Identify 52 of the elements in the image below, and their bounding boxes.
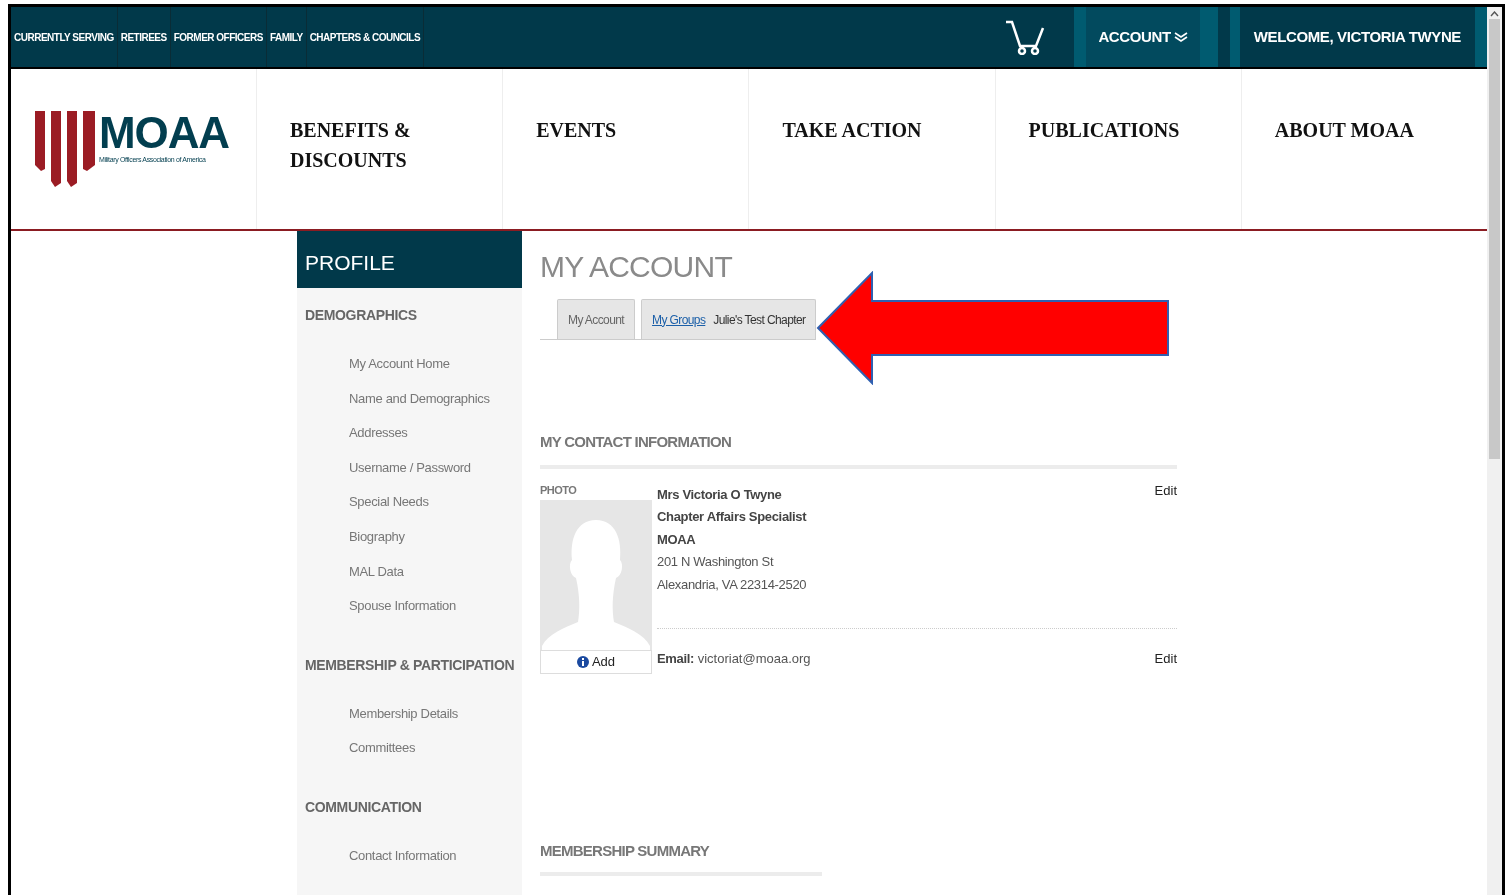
sidebar-link[interactable]: Username / Password — [349, 458, 522, 478]
account-menu-button[interactable]: ACCOUNT — [1086, 7, 1200, 67]
my-groups-link[interactable]: My Groups — [652, 310, 706, 329]
section-heading: MEMBERSHIP SUMMARY — [540, 840, 711, 861]
top-nav-link[interactable]: FAMILY — [266, 7, 307, 67]
sidebar-heading: COMMUNICATION — [305, 797, 423, 816]
bar-stripe — [1074, 7, 1087, 67]
sidebar-link[interactable]: Biography — [349, 527, 522, 547]
sidebar-link[interactable]: Committees — [349, 739, 522, 758]
sidebar-link[interactable]: Contact Information — [349, 846, 522, 866]
contact-line: MOAA — [657, 530, 697, 549]
email-text: Email: victoriat@moaa.org — [657, 650, 811, 668]
sidebar-link[interactable]: Spouse Information — [349, 597, 522, 616]
avatar-placeholder-icon — [540, 499, 652, 650]
info-icon — [576, 655, 589, 668]
section-heading: MY CONTACT INFORMATION — [540, 432, 732, 452]
contact-line: Chapter Affairs Specialist — [657, 508, 807, 526]
scrollbar[interactable] — [1487, 7, 1502, 895]
welcome-text[interactable]: WELCOME, VICTORIA TWYNE — [1239, 7, 1475, 67]
double-chevron-icon — [1173, 32, 1188, 42]
sidebar-link[interactable]: Addresses — [349, 424, 522, 443]
contact-line: Alexandria, VA 22314-2520 — [657, 575, 807, 594]
top-nav-link[interactable]: FORMER OFFICERS — [170, 7, 267, 67]
tab[interactable]: My Groups Julie's Test Chapter — [641, 299, 817, 339]
top-nav-link[interactable]: CURRENTLY SERVING — [11, 7, 118, 67]
photo-label: PHOTO — [540, 483, 578, 496]
sidebar-link[interactable]: Name and Demographics — [349, 389, 522, 409]
sidebar-link[interactable]: MAL Data — [349, 562, 522, 582]
edit-link[interactable]: Edit — [1154, 649, 1177, 669]
sidebar-title: PROFILE — [297, 231, 522, 288]
contact-line: 201 N Washington St — [657, 553, 775, 571]
top-nav-link[interactable]: RETIREES — [117, 7, 171, 67]
sidebar-link[interactable]: Membership Details — [349, 704, 522, 724]
sidebar-heading: MEMBERSHIP & PARTICIPATION — [305, 655, 516, 674]
edit-link[interactable]: Edit — [1154, 481, 1177, 500]
main-nav-link[interactable]: TAKE ACTION — [748, 69, 995, 229]
sidebar-heading: DEMOGRAPHICS — [305, 306, 418, 324]
sidebar-link[interactable]: Special Needs — [349, 493, 522, 512]
add-photo-button[interactable]: Add — [540, 649, 652, 674]
bar-stripe — [1475, 7, 1487, 67]
page-title: MY ACCOUNT — [540, 249, 733, 285]
tab[interactable]: My Account — [557, 299, 636, 339]
scroll-up-icon[interactable] — [1490, 11, 1499, 17]
top-nav-link[interactable]: CHAPTERS & COUNCILS — [306, 7, 425, 67]
contact-line: Mrs Victoria O Twyne — [657, 485, 783, 504]
bar-stripe — [1229, 7, 1240, 67]
main-nav-link[interactable]: BENEFITS & DISCOUNTS — [256, 69, 503, 229]
cart-icon[interactable] — [1004, 19, 1047, 55]
tab-note: Julie's Test Chapter — [713, 311, 806, 329]
sidebar-link[interactable]: My Account Home — [349, 355, 522, 374]
main-nav-link[interactable]: EVENTS — [502, 69, 749, 229]
main-nav-link[interactable]: PUBLICATIONS — [994, 69, 1241, 229]
